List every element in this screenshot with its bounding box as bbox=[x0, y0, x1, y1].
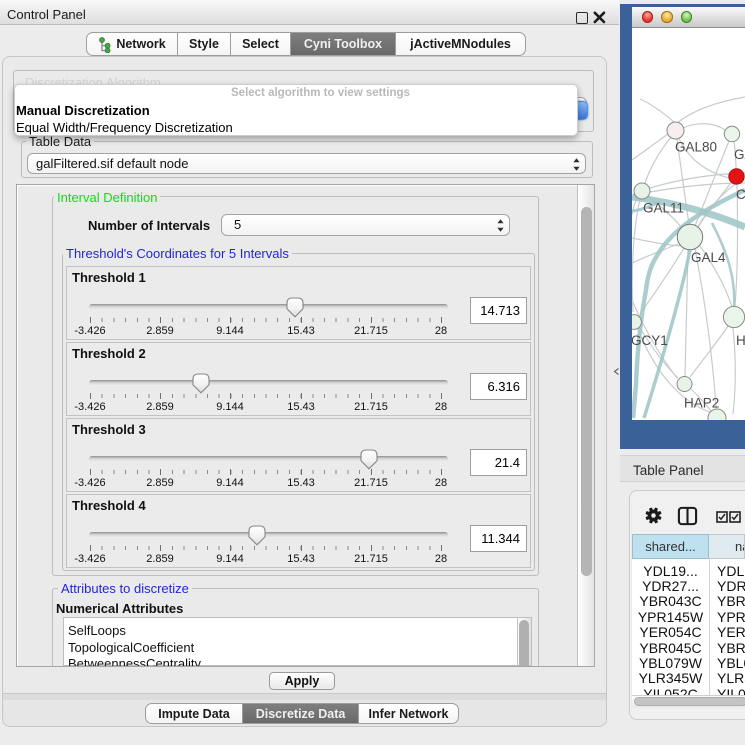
svg-text:GAL: GAL bbox=[734, 147, 745, 162]
svg-text:HI: HI bbox=[736, 333, 745, 348]
svg-text:HAP2: HAP2 bbox=[684, 396, 719, 411]
svg-text:CY: CY bbox=[736, 187, 745, 202]
svg-text:GCY1: GCY1 bbox=[632, 333, 668, 348]
svg-text:GAL80: GAL80 bbox=[675, 140, 717, 155]
svg-text:GAL4: GAL4 bbox=[691, 250, 726, 265]
svg-text:GAL11: GAL11 bbox=[643, 201, 684, 216]
